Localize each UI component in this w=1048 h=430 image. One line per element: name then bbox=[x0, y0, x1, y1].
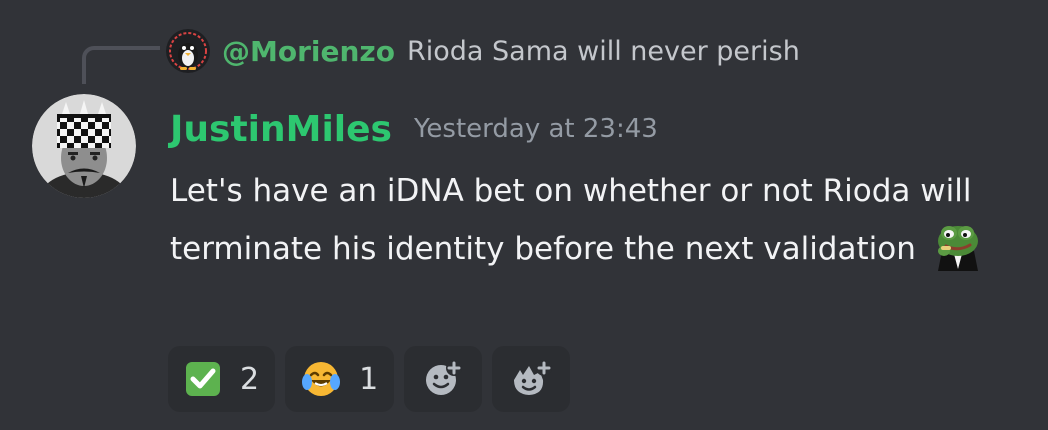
message-header: JustinMiles Yesterday at 23:43 bbox=[170, 104, 658, 154]
reply-message-text[interactable]: Rioda Sama will never perish bbox=[407, 36, 800, 67]
message-text: Let's have an iDNA bet on whether or not… bbox=[170, 173, 972, 267]
reaction-checkmark[interactable]: 2 bbox=[168, 346, 276, 412]
checkmark-emoji bbox=[186, 362, 220, 396]
reply-avatar[interactable] bbox=[166, 29, 210, 73]
crying-laughing-emoji bbox=[302, 362, 341, 396]
reaction-crying-laughing[interactable]: 1 bbox=[285, 346, 395, 412]
reaction-count: 2 bbox=[240, 361, 260, 397]
pepe-emoji[interactable] bbox=[930, 221, 986, 271]
reply-connector-line bbox=[82, 46, 160, 84]
message-timestamp[interactable]: Yesterday at 23:43 bbox=[414, 114, 658, 144]
reply-preview[interactable]: @Morienzo Rioda Sama will never perish bbox=[166, 26, 800, 76]
reply-username[interactable]: @Morienzo bbox=[222, 35, 395, 68]
add-reaction-button[interactable] bbox=[404, 346, 483, 412]
add-super-reaction-button[interactable] bbox=[492, 346, 571, 412]
user-avatar[interactable] bbox=[32, 94, 136, 198]
reaction-count: 1 bbox=[359, 361, 379, 397]
reactions-bar: 2 1 bbox=[168, 346, 571, 412]
author-username[interactable]: JustinMiles bbox=[170, 109, 392, 150]
message-content: Let's have an iDNA bet on whether or not… bbox=[170, 162, 1020, 278]
add-reaction-icon bbox=[426, 360, 463, 395]
add-super-reaction-icon bbox=[514, 360, 553, 395]
